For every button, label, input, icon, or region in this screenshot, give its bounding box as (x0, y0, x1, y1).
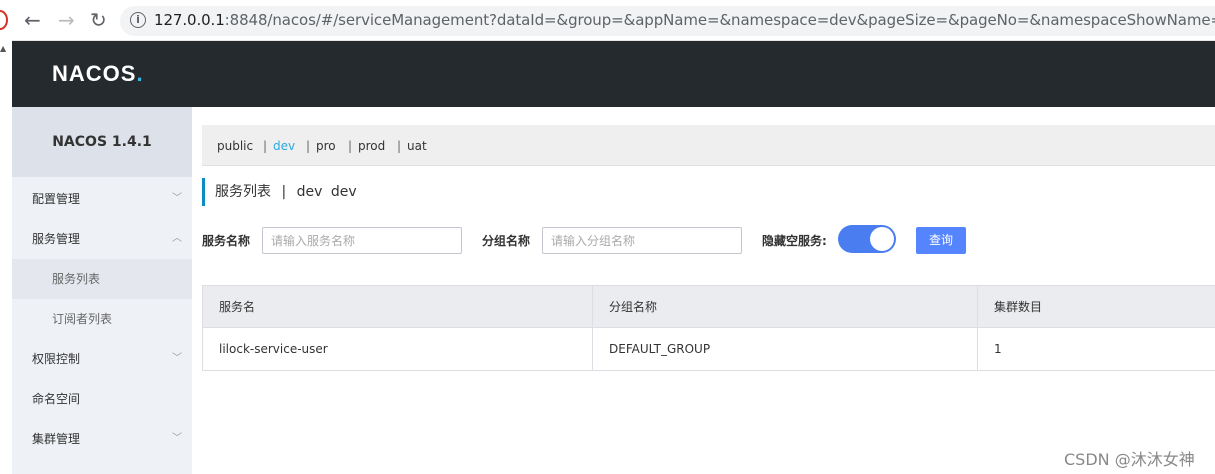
sidebar-item-config-management[interactable]: 配置管理 ﹀ (12, 179, 192, 219)
address-bar[interactable]: i 127.0.0.1:8848/nacos/#/serviceManageme… (120, 6, 1215, 36)
namespace-separator: | (306, 139, 311, 153)
chevron-down-icon: ﹀ (172, 353, 182, 364)
namespace-separator: | (397, 139, 402, 153)
sidebar-item-label: 命名空间 (32, 392, 81, 406)
window-edge-badge-icon (0, 10, 8, 30)
sidebar-item-cluster-management[interactable]: 集群管理 ﹀ (12, 419, 192, 459)
hide-empty-services-label: 隐藏空服务: (762, 234, 827, 248)
namespace-separator: | (263, 139, 268, 153)
query-button[interactable]: 查询 (916, 227, 966, 254)
chevron-down-icon: ﹀ (172, 433, 182, 444)
app-header: NACOS. (12, 41, 1215, 107)
csdn-watermark: CSDN @沐沐女神 (1064, 450, 1195, 469)
toggle-knob (870, 227, 894, 251)
sidebar-item-namespace[interactable]: 命名空间 (12, 379, 192, 419)
url-text: 127.0.0.1:8848/nacos/#/serviceManagement… (154, 11, 1215, 29)
namespace-tab-prod[interactable]: prod (358, 139, 385, 153)
column-header-cluster-count[interactable]: 集群数目 (978, 286, 1215, 328)
page-title-text: 服务列表 (215, 184, 271, 200)
sidebar-item-subscriber-list[interactable]: 订阅者列表 (12, 299, 192, 339)
sidebar-item-label: 服务列表 (52, 272, 101, 286)
scroll-up-arrow-icon[interactable]: ▲ (0, 44, 6, 53)
namespace-bar: public | dev | pro | prod | uat (202, 125, 1215, 166)
namespace-tab-public[interactable]: public (217, 139, 253, 153)
group-name-label: 分组名称 (482, 234, 531, 248)
cell-service-name: lilock-service-user (203, 328, 593, 370)
browser-toolbar: ← → ↻ i 127.0.0.1:8848/nacos/#/serviceMa… (0, 0, 1215, 41)
sidebar-version-title: NACOS 1.4.1 (12, 107, 192, 177)
service-name-input[interactable] (262, 227, 462, 254)
nacos-logo[interactable]: NACOS. (52, 61, 144, 87)
window-left-edge: ▲ (0, 0, 12, 474)
site-info-icon[interactable]: i (130, 12, 146, 28)
sidebar-item-service-list[interactable]: 服务列表 (12, 259, 192, 299)
namespace-tab-dev[interactable]: dev (273, 139, 295, 153)
sidebar-item-access-control[interactable]: 权限控制 ﹀ (12, 339, 192, 379)
sidebar-item-label: 订阅者列表 (52, 312, 113, 326)
sidebar-item-label: 配置管理 (32, 192, 81, 206)
reload-icon[interactable]: ↻ (90, 9, 107, 31)
forward-arrow-icon[interactable]: → (58, 9, 75, 31)
back-arrow-icon[interactable]: ← (24, 9, 41, 31)
group-name-input[interactable] (542, 227, 742, 254)
sidebar-item-label: 权限控制 (32, 352, 81, 366)
page-title: 服务列表 | dev dev (202, 178, 357, 206)
namespace-id: dev (330, 184, 357, 200)
cell-group-name: DEFAULT_GROUP (593, 328, 978, 370)
namespace-separator: | (348, 139, 353, 153)
cell-cluster-count: 1 (994, 342, 1002, 356)
column-header-service-name[interactable]: 服务名 (203, 286, 593, 328)
sidebar-item-label: 服务管理 (32, 232, 81, 246)
namespace-tab-uat[interactable]: uat (407, 139, 427, 153)
hide-empty-services-toggle[interactable] (838, 225, 896, 253)
service-table: 服务名 分组名称 集群数目 lilock-service-user DEFAUL… (202, 285, 1215, 371)
service-name-label: 服务名称 (202, 234, 251, 248)
chevron-up-icon: ︿ (172, 233, 182, 244)
page-title-separator: | (281, 184, 287, 200)
sidebar: NACOS 1.4.1 配置管理 ﹀ 服务管理 ︿ 服务列表 订阅者列表 权限控… (12, 107, 192, 474)
sidebar-item-label: 集群管理 (32, 432, 81, 446)
chevron-down-icon: ﹀ (172, 193, 182, 204)
sidebar-item-service-management[interactable]: 服务管理 ︿ (12, 219, 192, 259)
namespace-tab-pro[interactable]: pro (316, 139, 336, 153)
column-header-group-name[interactable]: 分组名称 (593, 286, 978, 328)
namespace-name: dev (296, 184, 323, 200)
